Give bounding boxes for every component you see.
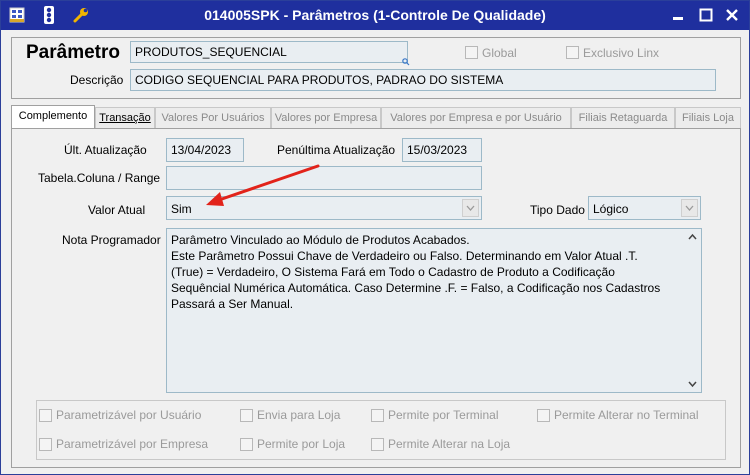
param-empresa-label: Parametrizável por Empresa: [56, 437, 209, 451]
permite-alterar-terminal-label: Permite Alterar no Terminal: [554, 408, 699, 422]
scroll-up-icon[interactable]: [685, 231, 700, 243]
red-arrow-annotation: [206, 164, 320, 206]
lookup-icon[interactable]: [402, 58, 410, 66]
valor-atual-label: Valor Atual: [88, 203, 146, 217]
window-title: 014005SPK - Parâmetros (1-Controle De Qu…: [204, 7, 546, 23]
tipo-dado-label: Tipo Dado: [530, 203, 585, 217]
maximize-icon[interactable]: [697, 6, 715, 24]
tab-label: Valores por Empresa e por Usuário: [390, 112, 562, 124]
permite-alterar-loja-label: Permite Alterar na Loja: [388, 437, 511, 451]
memo-scrollbar[interactable]: [684, 229, 701, 392]
tab-label: Complemento: [18, 110, 88, 122]
permite-terminal-label: Permite por Terminal: [388, 408, 499, 422]
global-label: Global: [482, 46, 517, 60]
param-empresa-checkbox[interactable]: [39, 438, 52, 451]
permite-alterar-terminal-checkbox[interactable]: [537, 409, 550, 422]
ult-atualizacao-label: Últ. Atualização: [64, 143, 147, 157]
tab-complemento[interactable]: Complemento: [11, 105, 95, 130]
envia-loja-checkbox[interactable]: [240, 409, 253, 422]
param-usuario-label: Parametrizável por Usuário: [56, 408, 202, 422]
minimize-icon[interactable]: [669, 6, 687, 24]
valor-atual-value: Sim: [171, 202, 192, 216]
tabela-coluna-range-label: Tabela.Coluna / Range: [38, 171, 161, 185]
tab-filiais-loja[interactable]: Filiais Loja: [675, 107, 741, 129]
scroll-down-icon[interactable]: [685, 378, 700, 390]
tab-label: Filiais Retaguarda: [578, 112, 668, 124]
penultima-atualizacao-field[interactable]: 15/03/2023: [402, 138, 482, 162]
parameters-window: 014005SPK - Parâmetros (1-Controle De Qu…: [0, 0, 750, 475]
descricao-label: Descrição: [70, 73, 124, 87]
nota-programador-label: Nota Programador: [62, 233, 161, 247]
nota-line: (True) = Verdadeiro, O Sistema Fará em T…: [171, 265, 615, 279]
nota-line: Este Parâmetro Possui Chave de Verdadeir…: [171, 249, 638, 263]
options-group: Parametrizável por Usuário Envia para Lo…: [36, 400, 726, 460]
tab-valores-empresa-usuario[interactable]: Valores por Empresa e por Usuário: [381, 107, 571, 129]
envia-loja-label: Envia para Loja: [257, 408, 341, 422]
parameter-header: Parâmetro PRODUTOS_SEQUENCIAL Global Exc…: [11, 37, 741, 99]
tab-filiais-retaguarda[interactable]: Filiais Retaguarda: [571, 107, 675, 129]
tab-label: Transação: [99, 112, 151, 124]
tab-transacao[interactable]: Transação: [95, 107, 155, 129]
parameter-label: Parâmetro: [26, 42, 120, 63]
tipo-dado-dropdown-button[interactable]: [681, 199, 698, 217]
permite-terminal-checkbox[interactable]: [371, 409, 384, 422]
tab-label: Valores por Empresa: [274, 112, 378, 124]
permite-loja-checkbox[interactable]: [240, 438, 253, 451]
nota-line: Parâmetro Vinculado ao Módulo de Produto…: [171, 233, 470, 247]
tipo-dado-value: Lógico: [593, 202, 629, 216]
param-usuario-checkbox[interactable]: [39, 409, 52, 422]
tab-strip: Complemento Transação Valores Por Usuári…: [11, 105, 741, 130]
nota-line: Sequêncial Numérica Automática. Caso Det…: [171, 281, 661, 295]
ult-atualizacao-field[interactable]: 13/04/2023: [166, 138, 244, 162]
chevron-down-icon: [685, 205, 694, 211]
nota-line: Passará a Ser Manual.: [171, 297, 294, 311]
tipo-dado-select[interactable]: Lógico: [588, 196, 701, 220]
parameter-field[interactable]: PRODUTOS_SEQUENCIAL: [130, 41, 408, 63]
permite-loja-label: Permite por Loja: [257, 437, 346, 451]
descricao-field[interactable]: CODIGO SEQUENCIAL PARA PRODUTOS, PADRAO …: [130, 69, 716, 91]
exclusivo-linx-checkbox[interactable]: [566, 46, 579, 59]
tab-valores-por-usuarios[interactable]: Valores Por Usuários: [155, 107, 271, 129]
valor-atual-dropdown-button[interactable]: [462, 199, 479, 217]
penultima-atualizacao-label: Penúltima Atualização: [277, 143, 396, 157]
permite-alterar-loja-checkbox[interactable]: [371, 438, 384, 451]
exclusivo-linx-label: Exclusivo Linx: [583, 46, 660, 60]
close-icon[interactable]: [723, 6, 741, 24]
complemento-panel: Últ. Atualização 13/04/2023 Penúltima At…: [11, 128, 741, 468]
tab-valores-por-empresa[interactable]: Valores por Empresa: [271, 107, 381, 129]
global-checkbox[interactable]: [465, 46, 478, 59]
chevron-down-icon: [466, 205, 475, 211]
tab-label: Valores Por Usuários: [161, 112, 265, 124]
nota-programador-memo[interactable]: Parâmetro Vinculado ao Módulo de Produto…: [166, 228, 702, 393]
tab-label: Filiais Loja: [682, 112, 734, 124]
title-bar: 014005SPK - Parâmetros (1-Controle De Qu…: [1, 1, 749, 30]
